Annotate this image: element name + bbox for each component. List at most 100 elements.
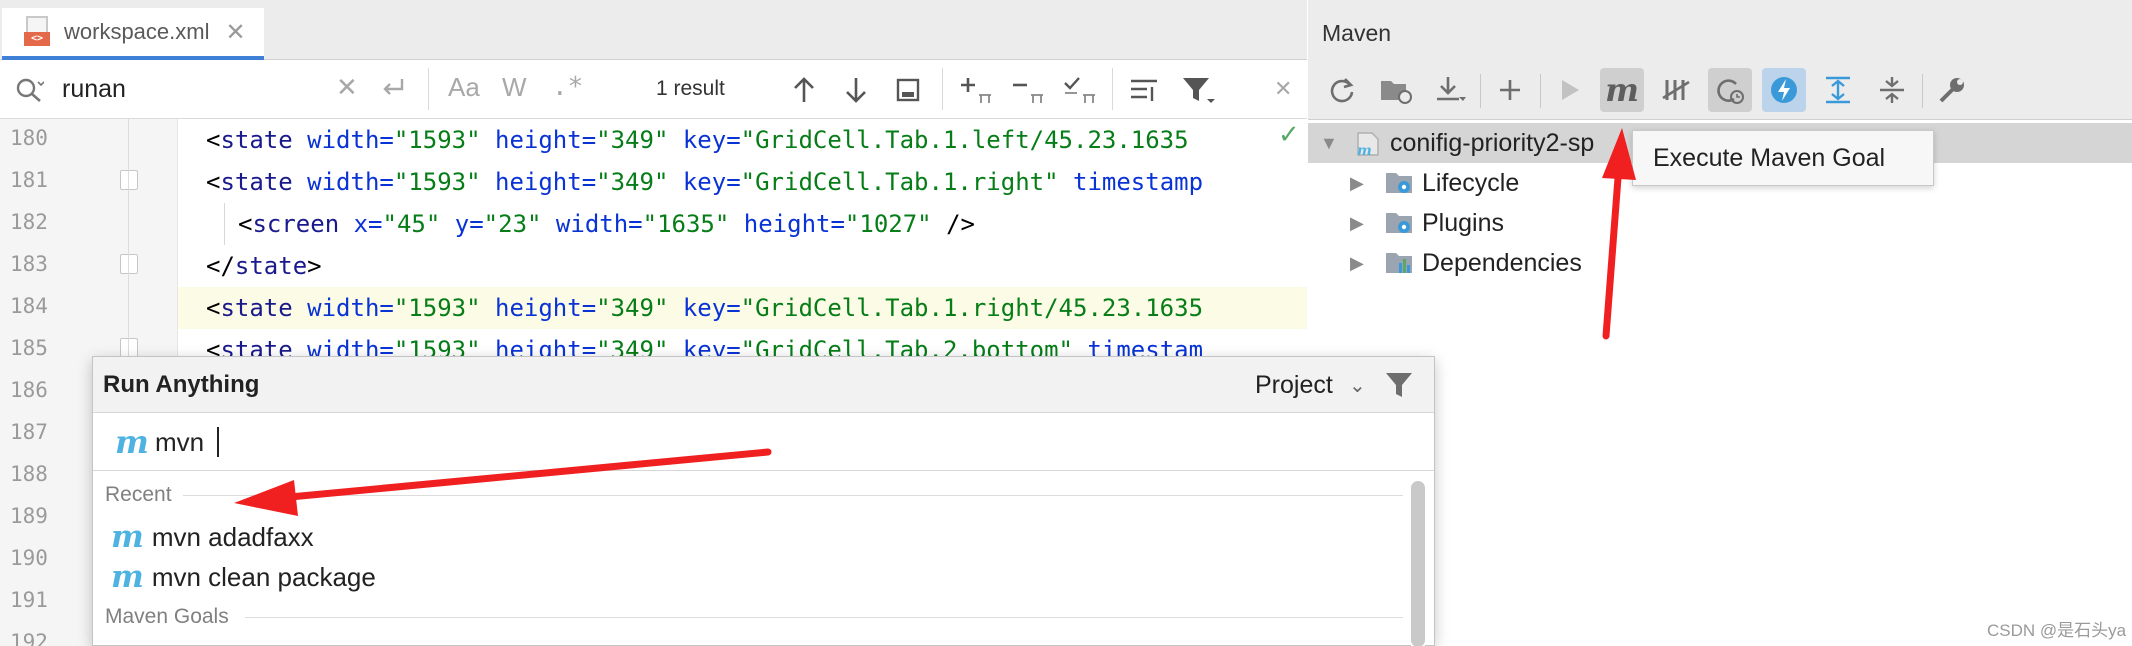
filter-lines-button[interactable]	[1124, 70, 1164, 110]
section-recent: Recent	[105, 483, 172, 506]
maven-project-icon: m	[1357, 132, 1379, 157]
words-toggle[interactable]: W	[502, 72, 527, 103]
clear-search-icon[interactable]: ✕	[336, 72, 358, 103]
tree-item-dependencies[interactable]: ▶ Dependencies	[1308, 243, 2132, 283]
code-token: height=	[480, 126, 597, 154]
code-token: <	[206, 126, 221, 154]
line-number: 182	[10, 210, 48, 234]
new-line-icon[interactable]	[380, 76, 408, 102]
fold-marker-icon[interactable]	[120, 170, 138, 190]
line-number: 189	[10, 504, 48, 528]
generate-sources-icon[interactable]	[1374, 68, 1418, 112]
regex-toggle[interactable]: .*	[552, 72, 583, 102]
code-token: width=	[292, 168, 394, 196]
close-find-icon[interactable]: ✕	[1274, 76, 1292, 102]
maven-m-icon: m	[115, 423, 149, 461]
line-number: 192	[10, 630, 48, 646]
code-token: "1593"	[393, 294, 481, 322]
settings-wrench-icon[interactable]	[1930, 68, 1974, 112]
text-caret	[217, 427, 219, 457]
add-occurrence-button[interactable]	[956, 70, 996, 110]
code-token: key=	[668, 294, 741, 322]
previous-occurrence-button[interactable]	[784, 70, 824, 110]
dependencies-folder-icon	[1386, 253, 1412, 273]
expanded-arrow-icon[interactable]: ▼	[1320, 133, 1338, 154]
line-number: 187	[10, 420, 48, 444]
filter-icon[interactable]	[1383, 369, 1415, 401]
collapsed-arrow-icon[interactable]: ▶	[1350, 173, 1364, 194]
collapse-all-icon[interactable]	[1870, 68, 1914, 112]
rectangle-select-icon	[896, 78, 920, 102]
reload-icon[interactable]	[1320, 68, 1364, 112]
lightning-icon[interactable]	[1762, 68, 1806, 112]
fold-marker-icon[interactable]	[120, 254, 138, 274]
select-all-button[interactable]	[1060, 70, 1100, 110]
svg-text:m: m	[1357, 143, 1372, 157]
tree-item-plugins[interactable]: ▶ Plugins	[1308, 203, 2132, 243]
line-number: 185	[10, 336, 48, 360]
code-token: "349"	[596, 126, 669, 154]
find-bar: ✕ Aa W .* 1 result	[0, 60, 1307, 119]
collapsed-arrow-icon[interactable]: ▶	[1350, 213, 1364, 234]
code-token: <	[206, 168, 221, 196]
code-token: state	[220, 126, 293, 154]
line-number: 181	[10, 168, 48, 192]
chevron-down-icon[interactable]: ⌄	[1349, 373, 1366, 398]
run-anything-input-row: m	[93, 413, 1434, 471]
code-line-182: <screen x="45" y="23" width="1635" heigh…	[238, 203, 1307, 245]
find-input[interactable]	[62, 71, 322, 107]
code-token: state	[220, 168, 293, 196]
offline-icon[interactable]	[1708, 68, 1752, 112]
line-number: 188	[10, 462, 48, 486]
recent-item[interactable]: m mvn clean package	[111, 557, 376, 597]
code-token: "1593"	[393, 126, 481, 154]
editor-tab-workspace-xml[interactable]: <> workspace.xml ✕	[2, 8, 264, 60]
code-token: "GridCell.Tab.1.right"	[740, 168, 1059, 196]
search-icon[interactable]	[14, 76, 44, 104]
run-anything-input[interactable]	[155, 425, 755, 459]
code-token: "1593"	[393, 168, 481, 196]
code-token: "45"	[382, 210, 441, 238]
add-icon[interactable]	[1488, 68, 1532, 112]
skip-tests-icon[interactable]	[1654, 68, 1698, 112]
select-all-occurrences-button[interactable]	[888, 70, 928, 110]
code-token: x=	[339, 210, 383, 238]
tree-item-label: Plugins	[1422, 208, 1504, 237]
plugins-folder-icon	[1386, 213, 1412, 233]
result-count: 1 result	[656, 77, 725, 100]
download-icon[interactable]	[1428, 68, 1472, 112]
next-occurrence-button[interactable]	[836, 70, 876, 110]
arrow-down-icon	[846, 78, 866, 103]
code-token: width=	[292, 126, 394, 154]
code-token: timestamp	[1058, 168, 1204, 196]
maven-m-icon: m	[111, 559, 144, 595]
funnel-icon	[1183, 78, 1215, 103]
line-number: 184	[10, 294, 48, 318]
tree-item-label: Lifecycle	[1422, 168, 1520, 197]
maven-toolbar: m	[1308, 60, 2132, 120]
code-token: >	[307, 252, 322, 280]
scope-selector[interactable]: Project	[1255, 371, 1333, 400]
filter-button[interactable]	[1178, 70, 1218, 110]
run-anything-popup: Run Anything Project ⌄ m Recent m mvn ad…	[92, 356, 1435, 646]
run-icon[interactable]	[1548, 68, 1592, 112]
tab-close-icon[interactable]: ✕	[225, 18, 245, 47]
code-token: y=	[440, 210, 484, 238]
collapsed-arrow-icon[interactable]: ▶	[1350, 253, 1364, 274]
match-case-toggle[interactable]: Aa	[448, 72, 480, 103]
execute-goal-icon[interactable]: m	[1600, 68, 1644, 112]
remove-occurrence-button[interactable]	[1008, 70, 1048, 110]
scrollbar-thumb[interactable]	[1411, 481, 1425, 646]
recent-item[interactable]: m mvn adadfaxx	[111, 517, 314, 557]
inspection-ok-icon: ✓	[1278, 119, 1300, 149]
code-token: <	[238, 210, 253, 238]
fold-marker-icon[interactable]	[120, 338, 138, 358]
recent-item-label: mvn clean package	[151, 561, 376, 592]
line-number: 190	[10, 546, 48, 570]
remove-selection-icon	[1013, 83, 1043, 103]
expand-all-icon[interactable]	[1816, 68, 1860, 112]
editor-tab-bar: <> workspace.xml ✕	[0, 0, 1307, 60]
watermark: CSDN @是石头ya	[1987, 621, 2127, 640]
xml-file-icon: <>	[24, 16, 50, 48]
maven-title: Maven	[1322, 20, 1392, 46]
